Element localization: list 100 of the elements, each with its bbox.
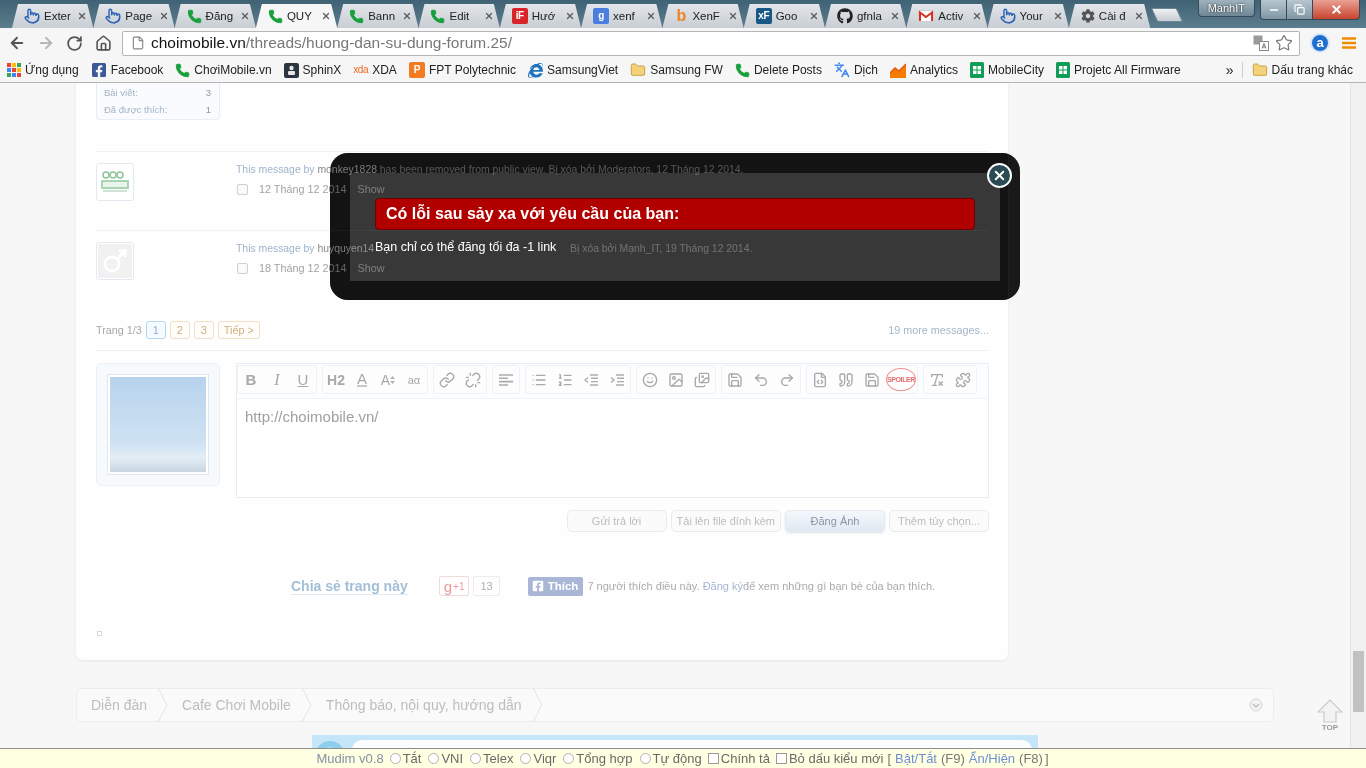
minimize-button[interactable] [1260, 0, 1287, 20]
translate-icon [833, 62, 850, 78]
close-icon[interactable] [1052, 11, 1063, 21]
bookmark-star-button[interactable] [1275, 34, 1293, 52]
radio-button[interactable] [428, 753, 440, 764]
bookmark-item[interactable]: Analytics [886, 59, 961, 81]
page-icon [131, 36, 145, 50]
close-icon[interactable] [890, 11, 901, 21]
browser-tab[interactable]: Your [987, 4, 1069, 28]
close-icon[interactable] [1134, 11, 1145, 21]
translate-button[interactable] [1253, 35, 1269, 51]
bookmark-item[interactable]: ChơiMobile.vn [172, 59, 275, 81]
bookmark-folder[interactable]: Dấu trang khác [1248, 59, 1356, 81]
bookmark-item[interactable]: SamsungViet [525, 59, 622, 81]
bookmark-item[interactable]: Samsung FW [627, 59, 726, 81]
radio-button[interactable] [389, 753, 401, 764]
toggle-link[interactable]: Bật/Tắt [895, 751, 937, 766]
close-icon[interactable] [158, 11, 169, 21]
remove-format-icon [929, 371, 945, 388]
stat-value: 3 [205, 87, 211, 98]
stat-value: 1 [205, 104, 211, 115]
shortcut-key-text: (F8) [1019, 751, 1043, 766]
close-icon[interactable] [565, 11, 576, 21]
font-color-button[interactable]: A [349, 366, 375, 393]
close-icon[interactable] [483, 11, 494, 21]
show-link[interactable]: Show [357, 183, 385, 195]
browser-tab[interactable]: Bann [337, 4, 419, 28]
numbered-list-icon [557, 371, 573, 388]
radio-button[interactable] [520, 753, 532, 764]
browser-tab[interactable]: Edit [418, 4, 500, 28]
browser-tab[interactable]: xF Goo [743, 4, 825, 28]
more-bookmarks-button[interactable]: » [1217, 62, 1243, 78]
browser-tab[interactable]: Activ [906, 4, 988, 28]
checkbox[interactable] [237, 262, 248, 274]
radio-button[interactable] [470, 753, 482, 764]
browser-tab[interactable]: b XenF [662, 4, 744, 28]
show-link[interactable]: Show [357, 262, 385, 274]
close-icon[interactable] [646, 11, 657, 21]
home-icon [95, 34, 112, 52]
star-icon [1275, 34, 1293, 52]
unlink-icon [465, 371, 481, 388]
scroll-top-button[interactable]: TOP [1315, 699, 1345, 735]
phone-icon [186, 8, 202, 24]
checkbox[interactable] [707, 753, 719, 764]
smiley-icon [642, 371, 658, 388]
close-icon[interactable] [77, 11, 88, 21]
image-icon [668, 371, 684, 388]
scrollbar-thumb[interactable] [1353, 651, 1364, 712]
close-icon[interactable] [808, 11, 819, 21]
profile-button[interactable]: ManhIT [1197, 0, 1255, 17]
puzzle-icon [955, 371, 971, 388]
address-bar[interactable]: choimobile.vn/threads/huong-dan-su-dung-forum.25/ [122, 30, 1300, 56]
bracket-text: [ [887, 751, 892, 766]
extension-button[interactable]: a [1310, 33, 1330, 53]
font-family-button[interactable]: aα [401, 366, 427, 393]
browser-tab[interactable]: Page [93, 4, 175, 28]
close-window-button[interactable] [1312, 0, 1360, 20]
close-icon[interactable] [971, 11, 982, 21]
browser-tab[interactable]: gfnla [824, 4, 907, 28]
hand-pointer-icon [105, 8, 122, 24]
new-tab-button[interactable] [1150, 8, 1184, 22]
browser-tab[interactable]: QUY [255, 4, 338, 28]
logo-icon [100, 171, 130, 193]
logo-tile: iF [511, 8, 528, 24]
bookmark-item[interactable]: Projetc All Firmware [1053, 59, 1184, 81]
close-icon[interactable] [321, 11, 332, 21]
font-size-button[interactable]: A [375, 366, 401, 393]
bookmark-item[interactable]: xda XDA [350, 59, 400, 81]
error-message: Bạn chỉ có thể đăng tối đa -1 link [375, 240, 557, 254]
cat-silhouette-icon [836, 8, 853, 24]
bookmark-item[interactable]: Dịch [830, 59, 881, 81]
browser-tab[interactable]: Cài đ [1068, 4, 1151, 28]
checkbox[interactable] [237, 183, 248, 195]
chevron-down-icon[interactable] [1249, 698, 1263, 712]
browser-tab[interactable]: Exter [12, 4, 94, 28]
browser-tab[interactable]: Đăng [174, 4, 256, 28]
checkbox[interactable] [775, 753, 787, 764]
bookmark-item[interactable]: Delete Posts [731, 59, 825, 81]
close-icon[interactable] [239, 11, 250, 21]
radio-button[interactable] [563, 753, 575, 764]
stat-label: Đã được thích: [104, 104, 168, 115]
align-left-button[interactable] [492, 365, 520, 394]
radio-button[interactable] [639, 753, 651, 764]
bookmark-item[interactable]: P FPT Polytechnic [405, 59, 520, 81]
logo-letter: b [675, 8, 688, 24]
phone-icon [175, 62, 191, 78]
close-icon[interactable] [727, 11, 738, 21]
restore-button[interactable] [1286, 0, 1313, 20]
close-icon[interactable] [402, 11, 413, 21]
bookmark-item[interactable]: Ứng dụng [4, 59, 82, 81]
up-down-arrows-icon [390, 375, 396, 384]
bookmark-item[interactable]: SphinX [280, 59, 345, 81]
bookmark-item[interactable]: MobileCity [967, 59, 1047, 81]
form-button[interactable]: Đăng Ảnh [785, 510, 885, 532]
e-logo-icon [528, 62, 544, 78]
close-icon [1329, 3, 1343, 16]
browser-tab[interactable]: g xenf [581, 4, 663, 28]
toggle-link[interactable]: Ẩn/Hiện [968, 751, 1016, 766]
bookmark-item[interactable]: Facebook [87, 59, 167, 81]
browser-tab[interactable]: iF Hướ [499, 4, 582, 28]
